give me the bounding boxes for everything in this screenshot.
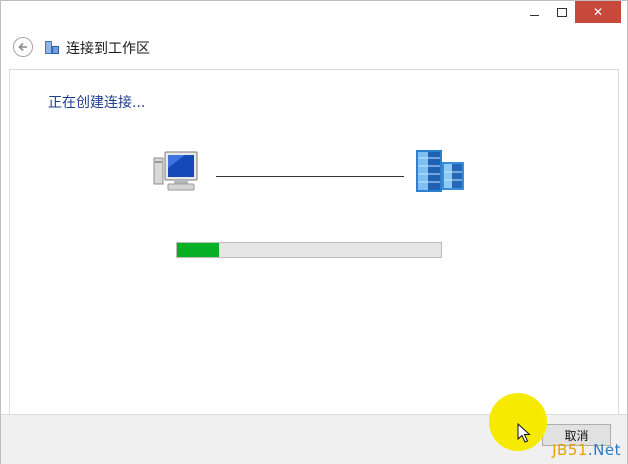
minimize-button[interactable]	[521, 1, 548, 23]
progress-fill	[177, 243, 220, 257]
window-controls: ✕	[521, 1, 621, 23]
mouse-cursor-icon	[517, 423, 531, 443]
server-icon	[416, 150, 464, 192]
connection-line	[216, 176, 404, 177]
minimize-icon	[530, 14, 539, 16]
wizard-nav-bar: 连接到工作区	[1, 27, 627, 69]
status-heading: 正在创建连接...	[48, 95, 146, 111]
computer-icon	[153, 151, 198, 191]
maximize-icon	[556, 7, 567, 17]
wizard-window: ✕ 连接到工作区 正在创建连接... 取消 JB51.Net	[0, 0, 628, 464]
close-icon: ✕	[592, 5, 604, 19]
wizard-title: 连接到工作区	[66, 41, 150, 57]
back-button[interactable]	[13, 37, 33, 57]
watermark-prefix: JB51	[552, 441, 588, 459]
maximize-button[interactable]	[548, 1, 575, 23]
workplace-network-icon	[45, 41, 59, 54]
watermark-suffix: .Net	[587, 441, 621, 459]
title-bar: ✕	[1, 1, 627, 27]
close-button[interactable]: ✕	[575, 1, 621, 23]
connection-progress-bar	[176, 242, 442, 258]
wizard-content: 正在创建连接...	[9, 69, 619, 414]
jb51-watermark: JB51.Net	[552, 441, 621, 459]
back-arrow-icon	[18, 42, 27, 52]
